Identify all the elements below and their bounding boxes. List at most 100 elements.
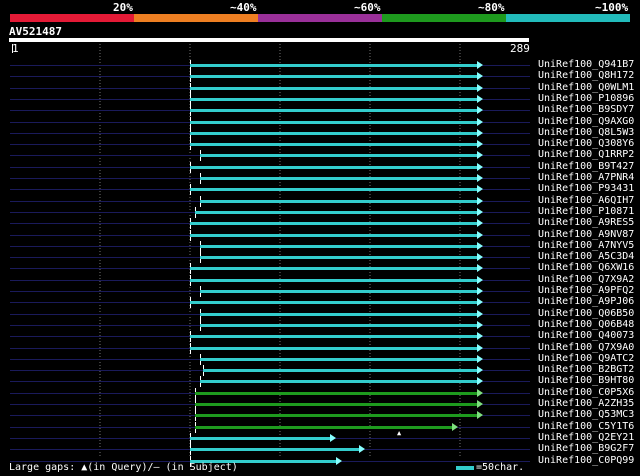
hit-label[interactable]: UniRef100_A2ZH35 [538,398,634,409]
hit-bar[interactable] [190,448,360,452]
hit-end-arrow [477,400,483,408]
hit-end-arrow [477,219,483,228]
hit-label[interactable]: UniRef100_A6QIH7 [538,195,634,206]
hit-bar[interactable] [190,436,330,440]
hit-bar[interactable] [200,244,478,248]
hit-label[interactable]: UniRef100_Q06B50 [538,308,634,319]
hit-label[interactable]: UniRef100_B9HT80 [538,375,634,386]
hit-label[interactable]: UniRef100_C0PQ99 [538,455,634,466]
hit-label[interactable]: UniRef100_Q9ATC2 [538,353,634,364]
hit-bar[interactable] [190,75,478,79]
hit-label[interactable]: UniRef100_Q941B7 [538,59,634,70]
hit-label[interactable]: UniRef100_A9NV87 [538,229,634,240]
hit-label[interactable]: UniRef100_A7NYV5 [538,240,634,251]
hit-end-arrow [477,94,483,103]
hit-label[interactable]: UniRef100_P10896 [538,93,634,104]
hit-bar[interactable] [200,323,478,327]
hit-label[interactable]: UniRef100_Q9AXG0 [538,116,634,127]
hit-label[interactable]: UniRef100_Q7X9A0 [538,342,634,353]
hit-bar[interactable] [190,120,478,124]
hit-bar[interactable] [190,301,478,305]
hit-label[interactable]: UniRef100_A5C3D4 [538,251,634,262]
hit-end-arrow [477,196,483,205]
hit-bar[interactable] [190,188,478,192]
hit-end-arrow [477,140,483,149]
hit-bar[interactable] [200,380,478,384]
hit-label[interactable]: UniRef100_Q40073 [538,330,634,341]
hit-bar[interactable] [200,154,478,158]
hit-label[interactable]: UniRef100_Q0WLM1 [538,82,634,93]
hit-bar[interactable] [190,346,478,350]
hit-label[interactable]: UniRef100_A7PNR4 [538,172,634,183]
identity-segment-3 [258,14,382,22]
hit-label[interactable]: UniRef100_Q1RRP2 [538,149,634,160]
hit-bar[interactable] [190,165,478,169]
legend-gaps: Large gaps: ▲(in Query)/‒ (in Subject) [9,462,238,473]
hit-bar[interactable] [200,312,478,316]
hit-label[interactable]: UniRef100_Q308Y6 [538,138,634,149]
hit-end-arrow [477,162,483,171]
identity-label-4: ~80% [478,1,505,14]
hit-bar[interactable] [200,256,478,260]
hit-end-arrow [477,207,483,216]
hit-bar[interactable] [200,357,478,361]
hit-bar[interactable] [200,199,478,203]
hit-end-arrow [477,287,483,295]
hit-bar[interactable] [195,414,478,418]
hit-end-arrow [477,275,483,284]
identity-label-2: ~40% [230,1,257,14]
hit-bar[interactable] [200,290,478,293]
hit-bar[interactable] [195,425,453,429]
hit-bar[interactable] [190,233,478,237]
hit-end-arrow [477,83,483,92]
hit-label[interactable]: UniRef100_A9PJ06 [538,296,634,307]
hit-end-arrow [477,377,483,386]
identity-label-5: ~100% [595,1,629,14]
hit-end-arrow [477,411,483,420]
hit-bar[interactable] [190,86,478,90]
hit-bar[interactable] [190,131,478,135]
hit-end-arrow [336,456,342,465]
hit-end-arrow [477,264,483,273]
hit-bar[interactable] [195,403,478,406]
hit-end-arrow [477,185,483,194]
legend-scale-label: =50char. [476,462,525,473]
hit-label[interactable]: UniRef100_Q7X9A2 [538,274,634,285]
legend-scale-swatch [456,466,474,470]
hit-bar[interactable] [200,177,478,180]
hit-bar[interactable] [190,143,478,147]
hit-end-arrow [330,433,336,442]
hit-bar[interactable] [190,222,478,226]
hit-end-arrow [477,174,483,182]
hit-label[interactable]: UniRef100_P93431 [538,183,634,194]
hit-label[interactable]: UniRef100_B9G2F7 [538,443,634,454]
hit-end-arrow [477,230,483,239]
hit-label[interactable]: UniRef100_P10871 [538,206,634,217]
hit-bar[interactable] [190,97,478,101]
hit-label[interactable]: UniRef100_Q8L5W3 [538,127,634,138]
hit-end-arrow [477,343,483,352]
hit-label[interactable]: UniRef100_B9T427 [538,161,634,172]
identity-label-3: ~60% [354,1,381,14]
hit-bar[interactable] [195,391,478,395]
hit-bar[interactable] [190,335,478,339]
hit-label[interactable]: UniRef100_A9PFQ2 [538,285,634,296]
hit-label[interactable]: UniRef100_Q8H172 [538,70,634,81]
hit-label[interactable]: UniRef100_B9SDY7 [538,104,634,115]
identity-segment-1 [10,14,134,22]
hit-label[interactable]: UniRef100_A9RES5 [538,217,634,228]
hit-label[interactable]: UniRef100_C5Y1T6 [538,421,634,432]
hit-bar[interactable] [190,278,478,282]
hit-bar[interactable] [203,369,478,373]
hit-bar[interactable] [195,210,478,214]
hit-label[interactable]: UniRef100_Q06B48 [538,319,634,330]
hit-label[interactable]: UniRef100_Q53MC3 [538,409,634,420]
hit-bar[interactable] [190,267,478,271]
hit-end-arrow [477,117,483,126]
hit-bar[interactable] [190,109,478,113]
hit-label[interactable]: UniRef100_B2BGT2 [538,364,634,375]
hit-label[interactable]: UniRef100_C0P5X6 [538,387,634,398]
hit-bar[interactable] [190,64,478,67]
hit-label[interactable]: UniRef100_Q2EY21 [538,432,634,443]
hit-label[interactable]: UniRef100_Q6XW16 [538,262,634,273]
